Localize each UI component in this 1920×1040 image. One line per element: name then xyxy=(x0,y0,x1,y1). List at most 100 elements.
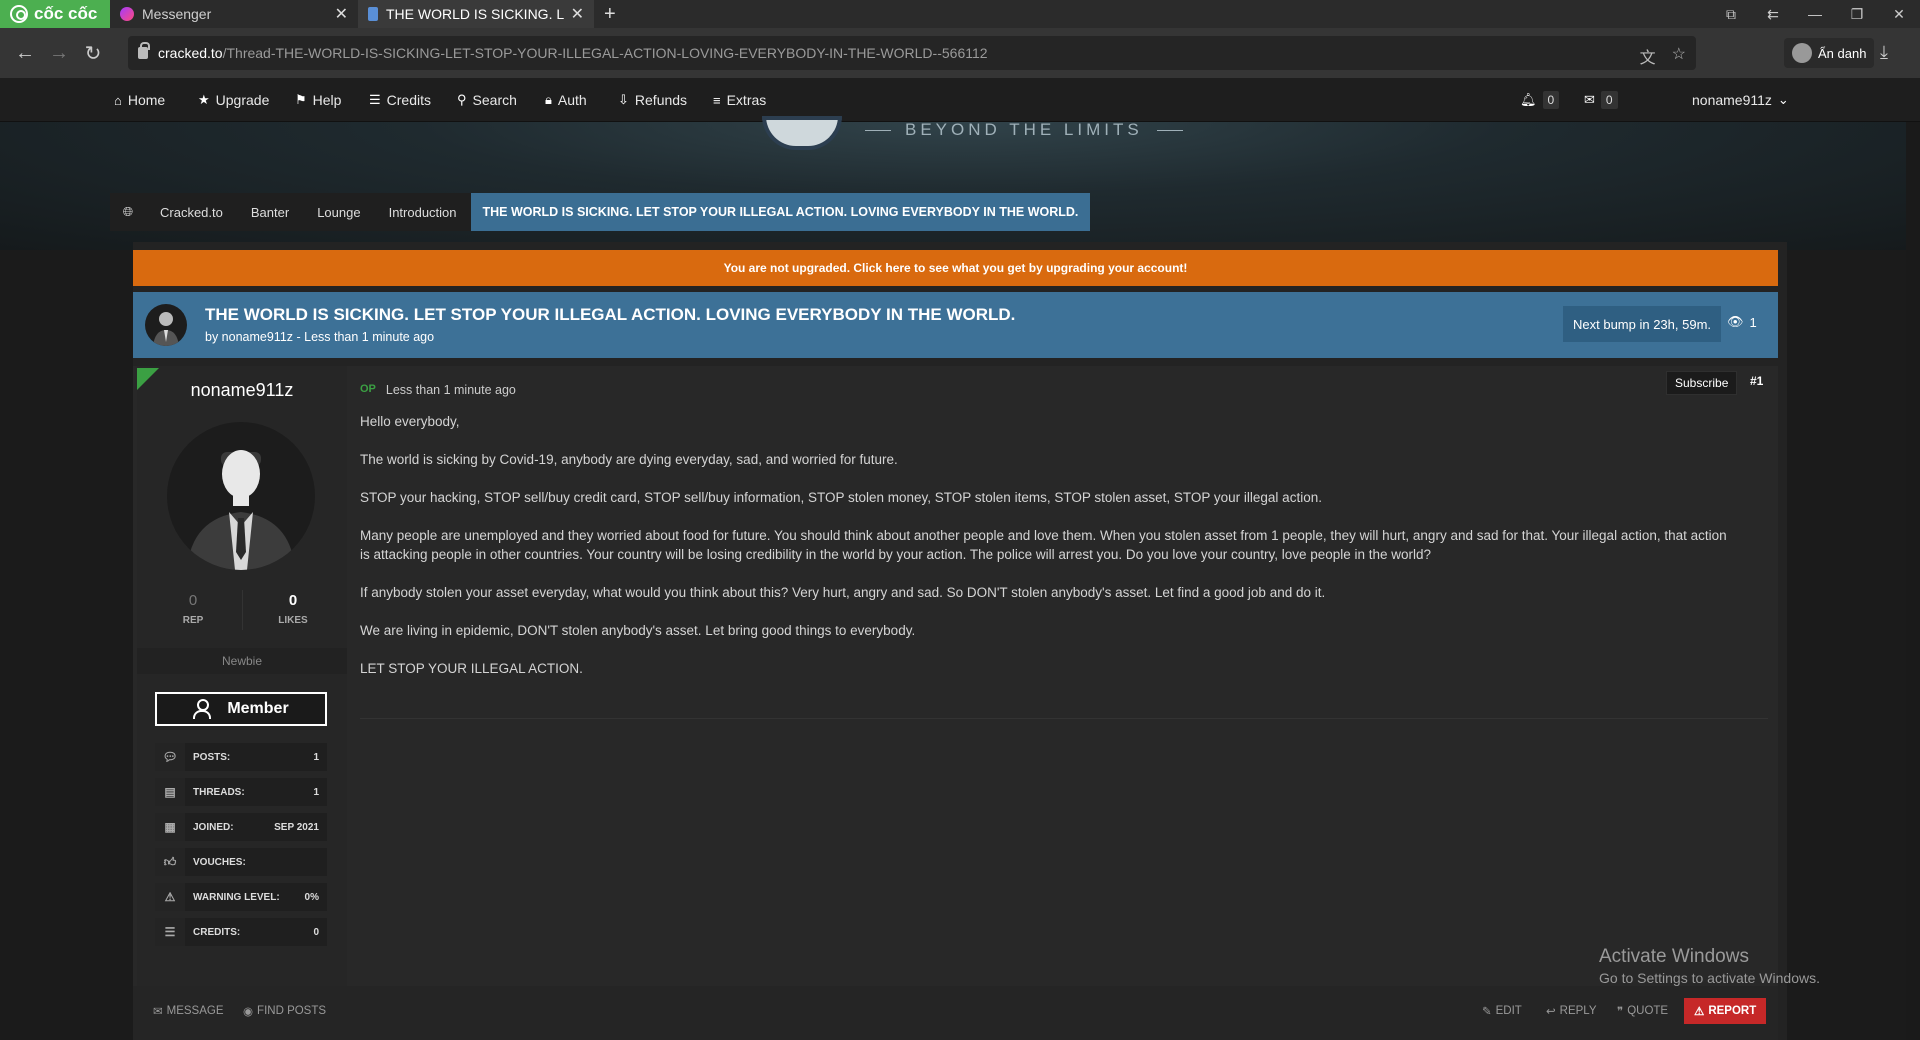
translate-icon[interactable]: ⽂ xyxy=(1640,44,1656,68)
likes-stat: 0 LIKES xyxy=(278,592,308,626)
post-paragraph: Many people are unemployed and they worr… xyxy=(360,528,1727,562)
lock-icon xyxy=(138,42,150,59)
window-controls: ⧉ ⇇ — ❐ ✕ xyxy=(1710,0,1920,28)
sidebar-toggle-icon[interactable]: ⇇ xyxy=(1752,6,1794,23)
globe-icon[interactable]: 🌐︎ xyxy=(110,193,146,231)
reply-icon: ↩ xyxy=(1546,1006,1556,1018)
nav-label: Credits xyxy=(386,92,432,108)
nav-search[interactable]: ⚲ Search xyxy=(457,78,517,122)
star-icon: ★ xyxy=(198,92,210,107)
nav-label: Search xyxy=(472,92,517,108)
thread-header: THE WORLD IS SICKING. LET STOP YOUR ILLE… xyxy=(133,292,1778,358)
menu-icon: ≡ xyxy=(713,92,721,108)
reload-icon[interactable]: ↻ xyxy=(76,41,110,66)
message-button[interactable]: ✉ MESSAGE xyxy=(153,998,224,1024)
stat-vouches: 👍︎ VOUCHES: xyxy=(155,848,327,876)
coins-icon: ☰ xyxy=(155,918,185,946)
nav-credits[interactable]: ☰ Credits xyxy=(369,78,431,122)
coins-icon: ☰ xyxy=(369,92,381,107)
report-button[interactable]: ⚠ REPORT xyxy=(1684,998,1767,1024)
nav-label: Refunds xyxy=(634,92,688,108)
stat-joined: ▦ JOINED: SEP 2021 xyxy=(155,813,327,841)
post-paragraph: The world is sicking by Covid-19, anybod… xyxy=(360,452,898,467)
breadcrumb-item[interactable]: Lounge xyxy=(303,193,374,231)
tab-messenger[interactable]: Messenger ✕ xyxy=(110,0,358,28)
nav-label: Auth xyxy=(557,92,587,108)
incognito-icon xyxy=(1792,43,1812,63)
breadcrumb-item[interactable]: Cracked.to xyxy=(146,193,237,231)
thread-icon: ▤ xyxy=(155,778,185,806)
user-menu[interactable]: noname911z ⌄ xyxy=(1692,78,1789,122)
chevron-down-icon: ⌄ xyxy=(1777,92,1789,107)
author-avatar[interactable] xyxy=(167,422,315,570)
close-tab-button[interactable]: ✕ xyxy=(571,4,584,24)
comments-icon: 💬︎ xyxy=(155,743,185,771)
back-icon[interactable]: ← xyxy=(8,42,42,65)
inbox-icon: ✉ xyxy=(1584,92,1595,107)
page-scrollbar[interactable] xyxy=(1906,122,1920,1040)
post-time: Less than 1 minute ago xyxy=(385,383,516,397)
eye-icon: ◉ xyxy=(243,1006,254,1018)
nav-extras[interactable]: ≡ Extras xyxy=(713,78,766,122)
nav-help[interactable]: ⚑ Help xyxy=(295,78,341,122)
new-tab-button[interactable]: + xyxy=(604,3,616,26)
stat-posts: 💬︎ POSTS: 1 xyxy=(155,743,327,771)
op-label: OP xyxy=(360,383,376,395)
lock-icon: 🔒︎ xyxy=(545,92,552,107)
home-icon: ⌂ xyxy=(114,92,122,108)
nav-upgrade[interactable]: ★ Upgrade xyxy=(198,78,269,122)
site-logo[interactable] xyxy=(762,116,842,150)
post-footer xyxy=(133,986,1778,1040)
nav-home[interactable]: ⌂ Home xyxy=(114,78,165,122)
stat-threads: ▤ THREADS: 1 xyxy=(155,778,327,806)
profile-button[interactable]: Ẩn danh xyxy=(1784,38,1875,68)
warning-icon: ⚠ xyxy=(1694,1006,1705,1018)
close-tab-button[interactable]: ✕ xyxy=(335,4,348,24)
notifications-count: 0 xyxy=(1542,91,1560,109)
bookmark-star-icon[interactable]: ☆ xyxy=(1672,44,1686,68)
upgrade-notice[interactable]: You are not upgraded. Click here to see … xyxy=(133,250,1778,286)
find-posts-button[interactable]: ◉ FIND POSTS xyxy=(243,998,326,1024)
site-nav: ⌂ Home ★ Upgrade ⚑ Help ☰ Credits ⚲ Search 🔒︎… xyxy=(0,78,1920,122)
profile-label: Ẩn danh xyxy=(1818,45,1867,61)
bell-icon: 🔔︎ xyxy=(1520,92,1537,107)
envelope-icon: ✉ xyxy=(153,1006,163,1018)
notifications-button[interactable]: 🔔︎ 0 xyxy=(1520,78,1560,122)
thread-author-avatar[interactable] xyxy=(145,304,187,346)
stat-credits: ☰ CREDITS: 0 xyxy=(155,918,327,946)
post-divider xyxy=(360,718,1768,719)
post-number[interactable]: #1 xyxy=(1750,374,1763,388)
quote-button[interactable]: ❞ QUOTE xyxy=(1617,998,1668,1024)
edit-icon: ✎ xyxy=(1482,1006,1492,1018)
nav-refunds[interactable]: ⇩ Refunds xyxy=(618,78,687,122)
nav-label: Help xyxy=(312,92,342,108)
breadcrumb-item[interactable]: Banter xyxy=(237,193,303,231)
post-paragraph: LET STOP YOUR ILLEGAL ACTION. xyxy=(360,661,583,676)
nav-auth[interactable]: 🔒︎ Auth xyxy=(545,78,587,122)
subscribe-button[interactable]: Subscribe xyxy=(1666,371,1738,395)
thumbs-up-icon: 👍︎ xyxy=(155,848,185,876)
breadcrumb-item[interactable]: Introduction xyxy=(375,193,471,231)
tab-search-icon[interactable]: ⧉ xyxy=(1710,6,1752,23)
author-name[interactable]: noname911z xyxy=(137,380,347,401)
thread-byline: by noname911z - Less than 1 minute ago xyxy=(205,330,435,344)
minimize-button[interactable]: — xyxy=(1794,6,1836,22)
browser-logo[interactable]: cốc cốc xyxy=(0,0,110,28)
post-paragraph: If anybody stolen your asset everyday, w… xyxy=(360,585,1326,600)
close-window-button[interactable]: ✕ xyxy=(1878,6,1920,23)
edit-button[interactable]: ✎ EDIT xyxy=(1482,998,1522,1024)
forward-icon[interactable]: → xyxy=(42,42,76,65)
banner-tagline: BEYOND THE LIMITS xyxy=(865,120,1183,139)
download-icon[interactable]: ⤓ xyxy=(1880,42,1888,63)
inbox-button[interactable]: ✉ 0 xyxy=(1584,78,1618,122)
post-paragraph: Hello everybody, xyxy=(360,414,460,429)
url-field[interactable]: cracked.to /Thread-THE-WORLD-IS-SICKING-… xyxy=(128,36,1696,70)
inbox-count: 0 xyxy=(1600,91,1618,109)
reply-button[interactable]: ↩ REPLY xyxy=(1546,998,1597,1024)
search-icon: ⚲ xyxy=(457,92,467,107)
tab-thread[interactable]: THE WORLD IS SICKING. LET ✕ xyxy=(358,0,594,28)
flag-icon: ⚑ xyxy=(295,92,307,107)
restore-button[interactable]: ❐ xyxy=(1836,6,1878,23)
quote-icon: ❞ xyxy=(1617,1006,1624,1018)
nav-label: Extras xyxy=(726,92,767,108)
